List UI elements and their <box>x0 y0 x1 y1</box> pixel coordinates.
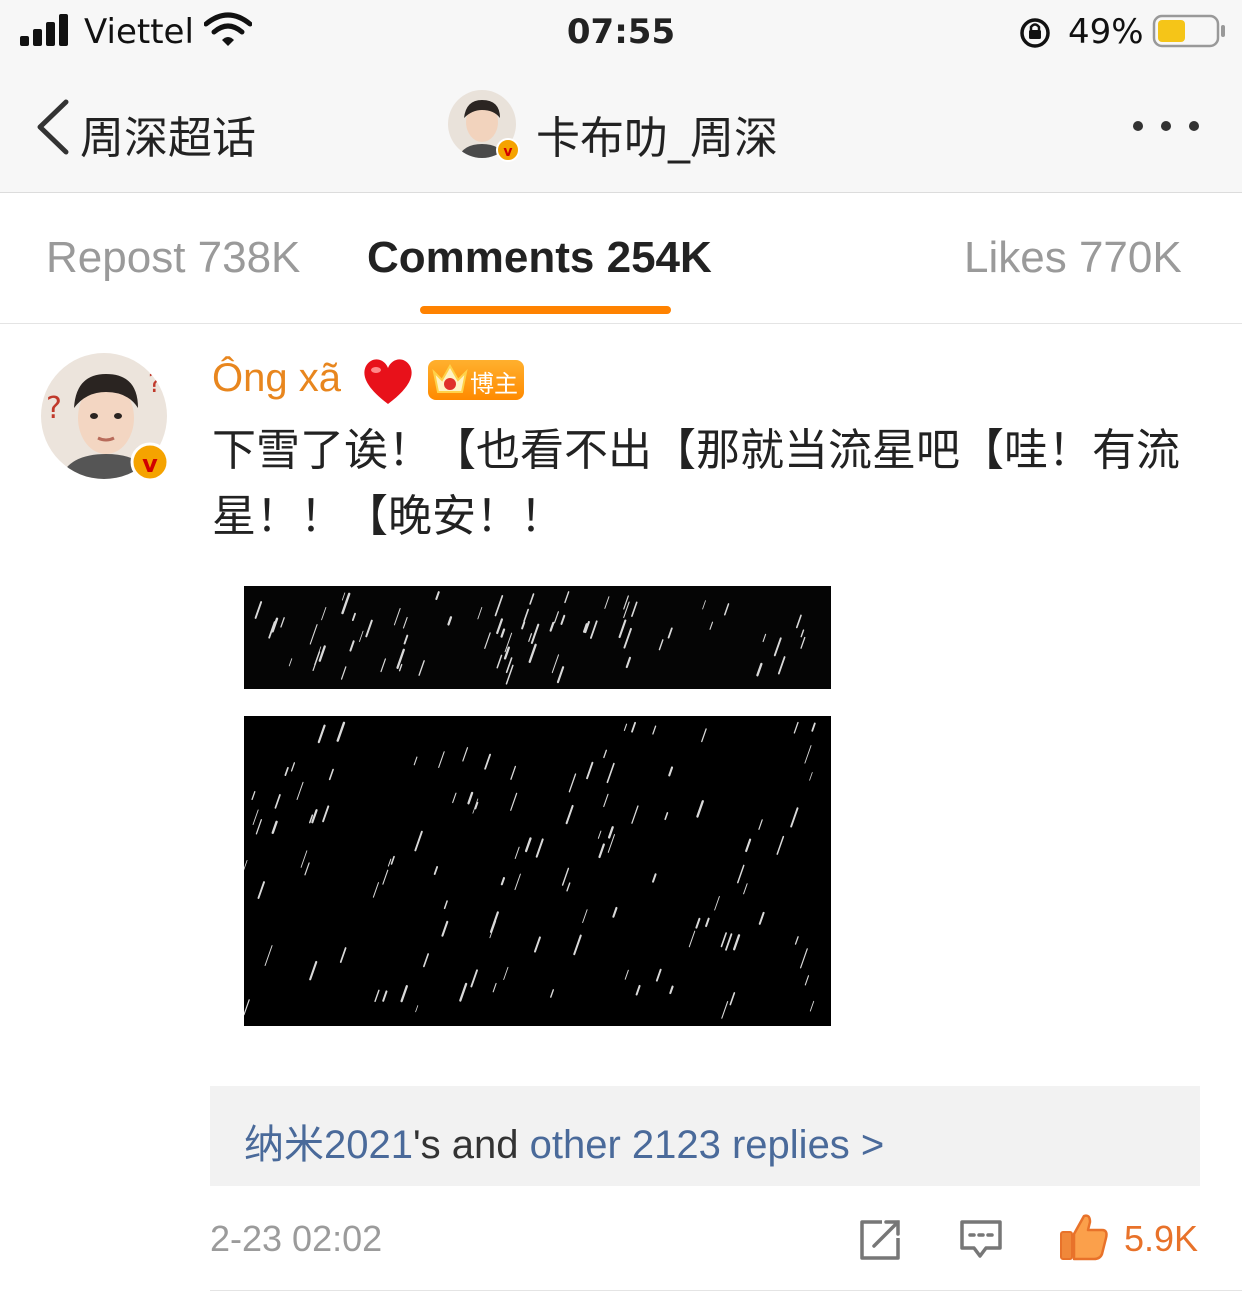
comment-timestamp: 2-23 02:02 <box>210 1218 383 1259</box>
back-label[interactable]: 周深超话 <box>80 102 256 166</box>
more-dots-icon[interactable] <box>1132 118 1204 134</box>
comment-username[interactable]: Ông xã <box>212 356 341 401</box>
comment-icon[interactable] <box>958 1218 1004 1260</box>
reply-user-link[interactable]: 纳米2021 <box>244 1123 413 1167</box>
commenter-avatar[interactable]: ? ? v <box>40 352 174 486</box>
photo-bottom <box>244 716 831 1026</box>
comment-image[interactable] <box>244 586 831 1026</box>
orientation-lock-icon <box>1020 18 1050 48</box>
svg-text:v: v <box>503 144 512 160</box>
photo-top <box>244 586 831 689</box>
tab-likes[interactable]: Likes 770K <box>964 233 1182 283</box>
svg-text:?: ? <box>148 369 162 399</box>
blogger-badge: 博主 <box>428 360 524 400</box>
comment-text: 下雪了诶！【也看不出【那就当流星吧【哇！有流星！！【晚安！！ <box>212 425 1180 542</box>
back-chevron-icon[interactable] <box>34 98 70 156</box>
tab-repost[interactable]: Repost 738K <box>46 233 300 283</box>
divider <box>210 1290 1242 1291</box>
battery-icon <box>1152 14 1225 48</box>
battery-percent: 49% <box>1068 12 1144 52</box>
svg-text:?: ? <box>46 391 62 426</box>
thumbs-up-icon[interactable] <box>1058 1212 1110 1262</box>
badge-label: 博主 <box>470 370 518 398</box>
svg-text:v: v <box>142 450 158 478</box>
more-replies-link[interactable]: other 2123 replies > <box>530 1123 885 1167</box>
status-time: 07:55 <box>566 12 676 52</box>
tab-comments[interactable]: Comments 254K <box>367 233 712 283</box>
header-avatar[interactable]: v <box>446 88 522 164</box>
tab-bar: Repost 738K Comments 254K Likes 770K <box>0 193 1242 324</box>
reply-connector: 's and <box>412 1123 530 1167</box>
crown-icon <box>432 363 468 393</box>
like-count: 5.9K <box>1124 1218 1199 1259</box>
active-tab-indicator <box>420 306 671 314</box>
replies-preview[interactable]: 纳米2021's and other 2123 replies > <box>210 1086 1200 1186</box>
heart-icon <box>364 359 412 404</box>
share-icon[interactable] <box>858 1218 902 1262</box>
nav-title[interactable]: 卡布叻_周深 <box>536 102 778 166</box>
